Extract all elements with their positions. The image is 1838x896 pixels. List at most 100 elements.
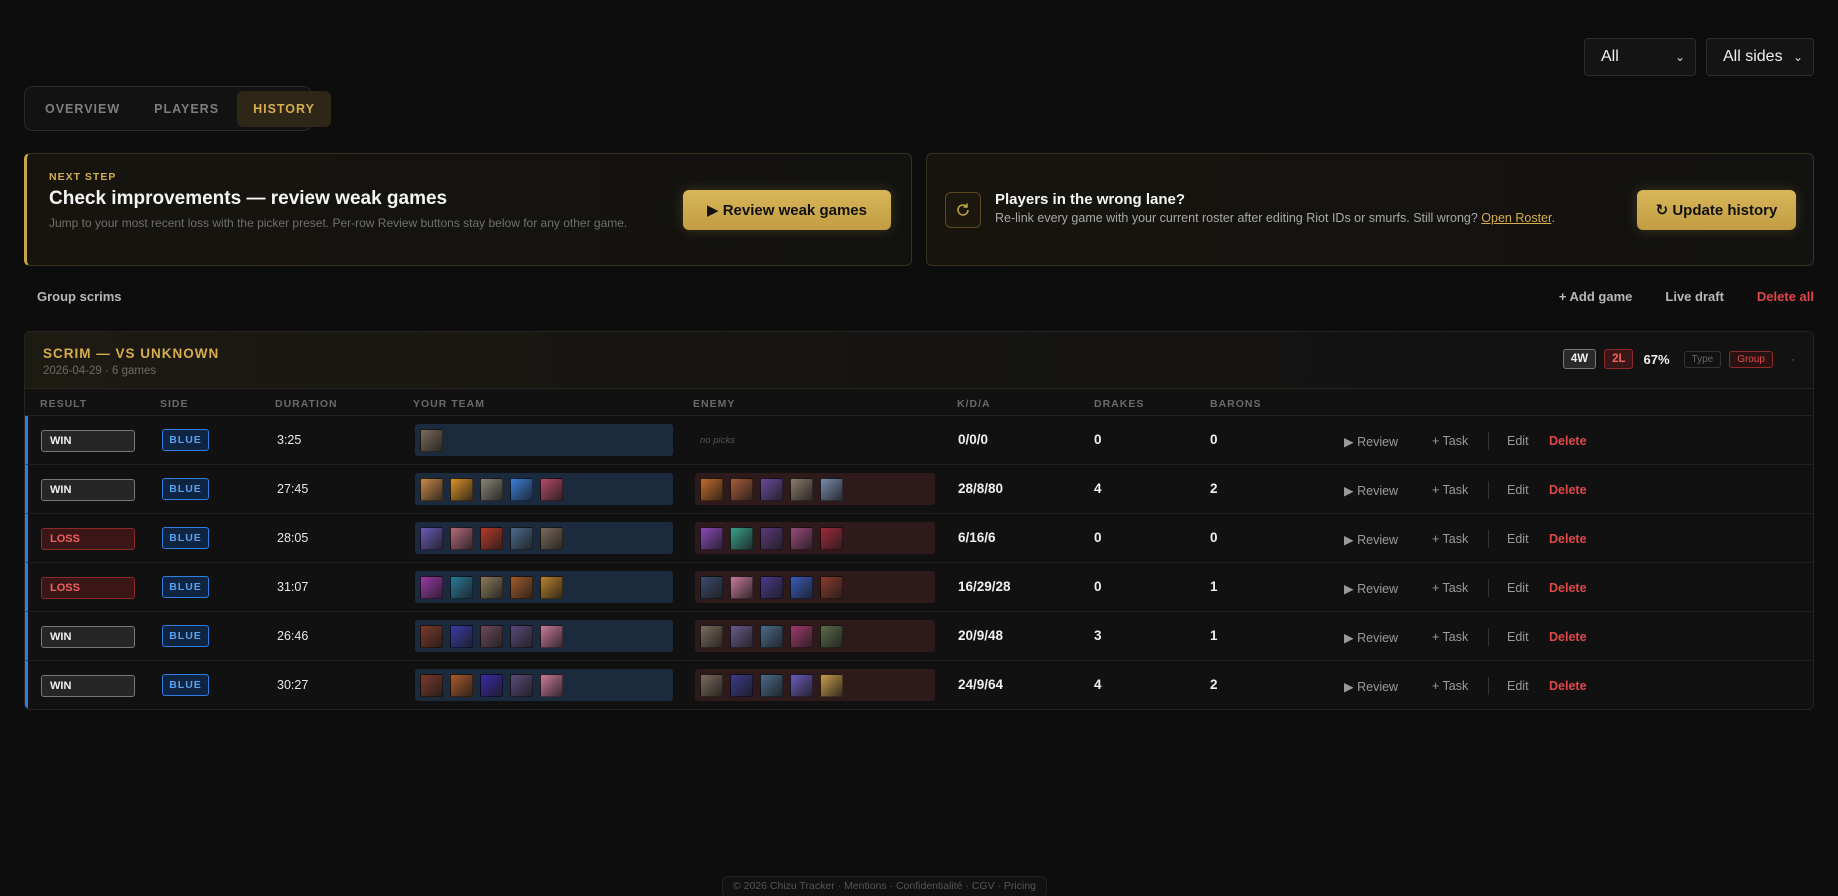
- team-champion-icon: [420, 575, 443, 599]
- enemy-champion-icon: [760, 575, 783, 599]
- edit-button[interactable]: Edit: [1507, 679, 1549, 693]
- table-row: WIN BLUE 3:25 no picks 0/0/0 0 0 ▶ Revie…: [25, 416, 1813, 465]
- review-button[interactable]: ▶ Review: [1344, 679, 1432, 694]
- add-task-button[interactable]: + Task: [1432, 679, 1488, 693]
- table-row: WIN BLUE 26:46 20/9/48 3 1 ▶ Review + Ta…: [25, 612, 1813, 661]
- wrong-lane-title: Players in the wrong lane?: [995, 191, 1186, 208]
- duration: 3:25: [277, 433, 302, 447]
- enemy-champion-icon: [730, 477, 753, 501]
- table-header: RESULT SIDE DURATION YOUR TEAM ENEMY K/D…: [25, 389, 1813, 416]
- delete-button[interactable]: Delete: [1549, 434, 1587, 448]
- result-badge: LOSS: [41, 577, 135, 599]
- review-button[interactable]: ▶ Review: [1344, 630, 1432, 645]
- edit-button[interactable]: Edit: [1507, 434, 1549, 448]
- next-step-title: Check improvements — review weak games: [49, 188, 448, 209]
- chevron-down-icon: ⌄: [1792, 50, 1803, 64]
- delete-all-button[interactable]: Delete all: [1757, 289, 1814, 304]
- add-task-button[interactable]: + Task: [1432, 532, 1488, 546]
- wins-badge: 4W: [1562, 349, 1597, 369]
- team-champion-icon: [480, 477, 503, 501]
- no-picks-label: no picks: [700, 434, 735, 446]
- enemy-champion-icon: [820, 673, 843, 697]
- add-game-button[interactable]: + Add game: [1559, 289, 1633, 304]
- enemy-champion-icon: [760, 624, 783, 648]
- action-bar: Group scrims + Add game Live draft Delet…: [24, 289, 1814, 307]
- enemy-picks: [695, 620, 935, 652]
- team-champion-icon: [450, 526, 473, 550]
- tab-players[interactable]: PLAYERS: [138, 91, 235, 127]
- team-champion-icon: [480, 575, 503, 599]
- edit-button[interactable]: Edit: [1507, 483, 1549, 497]
- col-duration: DURATION: [275, 398, 338, 410]
- side-badge: BLUE: [162, 527, 209, 549]
- update-history-button[interactable]: ↻ Update history: [1637, 190, 1796, 230]
- team-champion-icon: [450, 477, 473, 501]
- next-step-label: NEXT STEP: [49, 171, 117, 183]
- chevron-down-icon: ⌄: [1674, 50, 1685, 64]
- edit-button[interactable]: Edit: [1507, 532, 1549, 546]
- group-tag[interactable]: Group: [1729, 350, 1773, 368]
- add-task-button[interactable]: + Task: [1432, 581, 1488, 595]
- enemy-picks: [695, 669, 935, 701]
- team-champion-icon: [420, 477, 443, 501]
- edit-button[interactable]: Edit: [1507, 581, 1549, 595]
- review-button[interactable]: ▶ Review: [1344, 581, 1432, 596]
- live-draft-button[interactable]: Live draft: [1665, 289, 1724, 304]
- col-side: SIDE: [160, 398, 189, 410]
- next-step-card: NEXT STEP Check improvements — review we…: [24, 153, 912, 266]
- period-select[interactable]: All ⌄: [1584, 38, 1696, 76]
- add-task-button[interactable]: + Task: [1432, 483, 1488, 497]
- open-roster-link[interactable]: Open Roster: [1481, 211, 1551, 225]
- result-badge: LOSS: [41, 528, 135, 550]
- add-task-button[interactable]: + Task: [1432, 630, 1488, 644]
- team-champion-icon: [510, 624, 533, 648]
- kda: 6/16/6: [958, 530, 996, 545]
- review-button[interactable]: ▶ Review: [1344, 532, 1432, 547]
- delete-button[interactable]: Delete: [1549, 483, 1587, 497]
- type-tag[interactable]: Type: [1683, 350, 1722, 368]
- enemy-champion-icon: [700, 575, 723, 599]
- delete-button[interactable]: Delete: [1549, 581, 1587, 595]
- barons: 0: [1210, 432, 1218, 447]
- delete-button[interactable]: Delete: [1549, 630, 1587, 644]
- team-champion-icon: [450, 673, 473, 697]
- delete-button[interactable]: Delete: [1549, 532, 1587, 546]
- group-scrims-toggle[interactable]: Group scrims: [37, 289, 122, 304]
- team-champion-icon: [420, 428, 443, 452]
- tab-overview[interactable]: OVERVIEW: [29, 91, 136, 127]
- enemy-champion-icon: [820, 575, 843, 599]
- scrim-summary: 4W 2L 67% Type Group ·: [1562, 349, 1795, 369]
- kda: 16/29/28: [958, 579, 1011, 594]
- tab-history[interactable]: HISTORY: [237, 90, 331, 127]
- enemy-champion-icon: [730, 624, 753, 648]
- wrong-lane-description: Re-link every game with your current ros…: [995, 211, 1555, 225]
- review-weak-games-button[interactable]: ▶ Review weak games: [683, 190, 891, 230]
- tab-bar: OVERVIEW PLAYERS HISTORY: [24, 86, 331, 131]
- losses-badge: 2L: [1604, 349, 1634, 369]
- table-row: LOSS BLUE 31:07 16/29/28 0 1 ▶ Review + …: [25, 563, 1813, 612]
- col-kda: K/D/A: [957, 398, 991, 410]
- edit-button[interactable]: Edit: [1507, 630, 1549, 644]
- team-champion-icon: [510, 575, 533, 599]
- barons: 0: [1210, 530, 1218, 545]
- delete-button[interactable]: Delete: [1549, 679, 1587, 693]
- row-actions: ▶ Review + Task Edit Delete: [1344, 579, 1587, 597]
- footer: © 2026 Chizu Tracker · Mentions · Confid…: [722, 876, 1048, 896]
- team-champion-icon: [450, 624, 473, 648]
- enemy-champion-icon: [730, 575, 753, 599]
- drakes: 0: [1094, 530, 1102, 545]
- kda: 0/0/0: [958, 432, 989, 447]
- review-button[interactable]: ▶ Review: [1344, 483, 1432, 498]
- review-button[interactable]: ▶ Review: [1344, 434, 1432, 449]
- period-select-value: All: [1601, 48, 1619, 65]
- enemy-champion-icon: [760, 673, 783, 697]
- duration: 27:45: [277, 482, 309, 496]
- collapse-dot[interactable]: ·: [1791, 352, 1795, 366]
- result-badge: WIN: [41, 479, 135, 501]
- side-select[interactable]: All sides ⌄: [1706, 38, 1814, 76]
- games-table: WIN BLUE 3:25 no picks 0/0/0 0 0 ▶ Revie…: [25, 416, 1813, 709]
- scrim-header[interactable]: SCRIM — VS UNKNOWN 2026-04-29 · 6 games …: [25, 332, 1813, 389]
- side-badge: BLUE: [162, 576, 209, 598]
- kda: 24/9/64: [958, 677, 1004, 692]
- add-task-button[interactable]: + Task: [1432, 434, 1488, 448]
